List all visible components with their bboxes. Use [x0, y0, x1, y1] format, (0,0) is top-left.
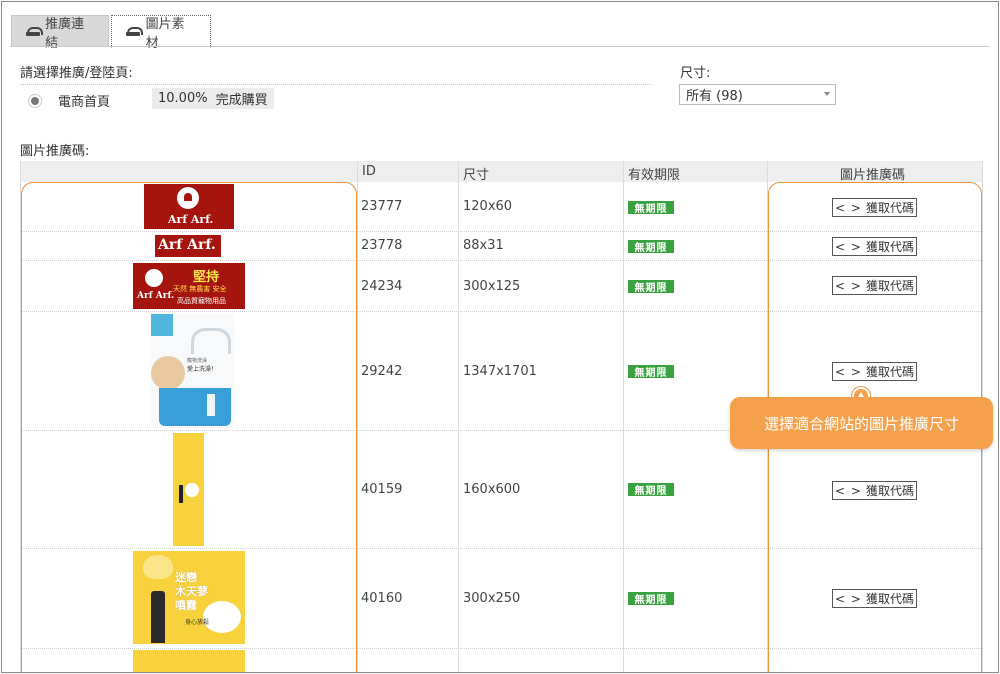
landing-title: 請選擇推廣/登陸頁: — [20, 66, 133, 81]
row-size: 1347x1701 — [463, 364, 537, 379]
size-filter-value: 所有 (98) — [686, 89, 743, 104]
col-divider — [458, 161, 459, 672]
row-size: 120x60 — [463, 199, 513, 214]
landing-page-name: 電商首頁 — [58, 95, 111, 110]
row-id: 29242 — [361, 364, 403, 379]
tab-divider — [10, 46, 990, 47]
row-id: 23777 — [361, 199, 403, 214]
image-icon — [126, 26, 143, 37]
highlight-images-column — [21, 182, 357, 672]
row-id: 24234 — [361, 279, 403, 294]
tab-image-assets[interactable]: 圖片素材 — [111, 15, 211, 51]
expiry-badge: 無期限 — [628, 280, 674, 294]
tab-bar: 推廣連結 圖片素材 — [2, 2, 998, 51]
table-header: ID 尺寸 有效期限 圖片推廣碼 — [20, 161, 983, 183]
size-filter-select[interactable]: 所有 (98) — [679, 84, 836, 105]
col-id: ID — [362, 164, 376, 179]
expiry-badge: 無期限 — [628, 201, 674, 215]
expiry-badge: 無期限 — [628, 365, 674, 379]
row-id: 40160 — [361, 591, 403, 606]
landing-radio[interactable] — [31, 97, 39, 105]
col-expiry: 有效期限 — [628, 168, 681, 183]
row-id: 40159 — [361, 482, 403, 497]
tab-label: 圖片素材 — [145, 16, 185, 51]
col-size: 尺寸 — [463, 168, 490, 183]
tab-promo-links[interactable]: 推廣連結 — [11, 15, 109, 51]
col-divider — [357, 161, 358, 672]
row-size: 160x600 — [463, 482, 521, 497]
tip-callout: 選擇適合網站的圖片推廣尺寸 — [730, 397, 993, 449]
app-frame: 推廣連結 圖片素材 請選擇推廣/登陸頁: 電商首頁 10.00% 完成購買 尺寸… — [1, 1, 999, 673]
row-id: 23778 — [361, 238, 403, 253]
chevron-down-icon — [824, 92, 830, 96]
row-size: 300x125 — [463, 279, 521, 294]
row-size: 300x250 — [463, 591, 521, 606]
row-size: 88x31 — [463, 238, 504, 253]
expiry-badge: 無期限 — [628, 592, 674, 606]
commission-rate: 10.00% — [158, 91, 208, 106]
tab-label: 推廣連結 — [45, 16, 85, 51]
col-divider — [623, 161, 624, 672]
col-code: 圖片推廣碼 — [840, 168, 906, 183]
divider — [20, 84, 652, 85]
image-codes-title: 圖片推廣碼: — [20, 144, 90, 159]
commission-action: 完成購買 — [215, 93, 268, 108]
commission-pill: 10.00% 完成購買 — [152, 88, 274, 109]
link-icon — [26, 26, 44, 37]
expiry-badge: 無期限 — [628, 240, 674, 254]
size-filter-label: 尺寸: — [680, 66, 711, 81]
expiry-badge: 無期限 — [628, 483, 674, 497]
